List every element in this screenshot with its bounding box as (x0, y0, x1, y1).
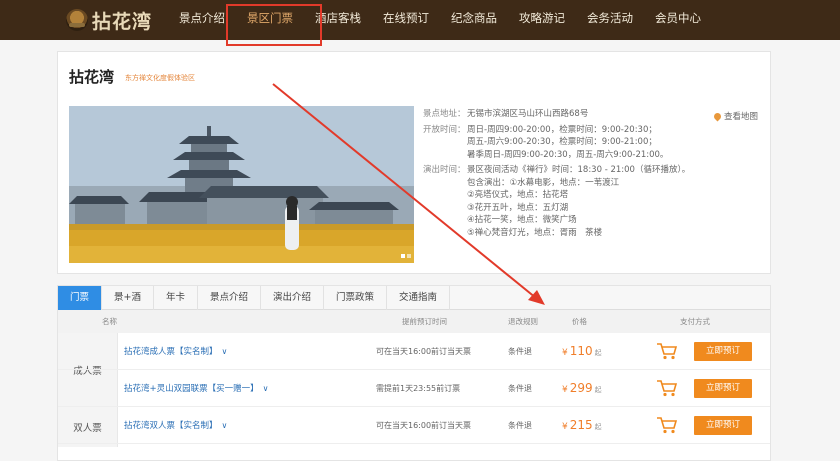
logo-emblem-icon (66, 9, 88, 31)
show-key: 演出时间： (423, 165, 466, 175)
price-suffix: 起 (594, 423, 602, 431)
hours-line: 周日-周四9:00-20:00，检票时间：9:00-20:30； (467, 124, 657, 135)
book-now-button[interactable]: 立即预订 (694, 342, 752, 361)
table-row: 拈花湾双人票【实名制】 ∨ 可在当天16:00前订当天票 条件退 ¥ 215 起… (58, 407, 770, 444)
show-line: 景区夜间活动《禅行》时间：18:30 - 21:00（循环播放）。 (467, 165, 691, 175)
cart-icon[interactable] (656, 342, 678, 360)
price-suffix: 起 (594, 386, 602, 394)
hours-key: 开放时间： (423, 124, 466, 135)
spot-info-card: 拈花湾 东方禅文化度假体验区 查看地图 景点地址： 无锡市滨湖区马山环山西路68… (57, 51, 771, 274)
booking-time: 可在当天16:00前订当天票 (376, 420, 472, 430)
hours-line: 周五-周六9:00-20:30，检票时间：9:00-21:00； (467, 137, 657, 147)
cart-icon[interactable] (656, 416, 678, 434)
price: ¥ 299 起 (562, 381, 602, 395)
tab-transport[interactable]: 交通指南 (387, 286, 451, 310)
booking-time: 需提前1天23:55前订票 (376, 383, 461, 393)
nav-item-guides[interactable]: 攻略游记 (508, 0, 576, 40)
spot-subtitle: 东方禅文化度假体验区 (125, 74, 195, 82)
booking-time: 可在当天16:00前订当天票 (376, 346, 472, 356)
show-row: 演出时间： 景区夜间活动《禅行》时间：18:30 - 21:00（循环播放）。 … (423, 164, 763, 239)
ticket-name-link[interactable]: 拈花湾成人票【实名制】 ∨ (124, 345, 228, 358)
book-now-button[interactable]: 立即预订 (694, 379, 752, 398)
col-name: 名称 (102, 317, 117, 326)
show-line: ②亮塔仪式，地点：拈花塔 (467, 190, 569, 200)
refund-rule: 条件退 (508, 420, 532, 430)
price-value: 110 (569, 344, 593, 358)
double-group: 双人票 拈花湾双人票【实名制】 ∨ 可在当天16:00前订当天票 条件退 ¥ 2… (58, 407, 770, 447)
ticket-name-link[interactable]: 拈花湾+灵山双园联票【买一赠一】 ∨ (124, 382, 269, 395)
currency: ¥ (562, 385, 568, 395)
currency: ¥ (562, 422, 568, 432)
tab-spot-intro[interactable]: 景点介绍 (198, 286, 262, 310)
top-nav-bar: 拈花湾 景点介绍 景区门票 酒店客栈 在线预订 纪念商品 攻略游记 会务活动 会… (0, 0, 840, 40)
chevron-down-icon[interactable]: ∨ (263, 384, 269, 393)
tab-annual-pass[interactable]: 年卡 (154, 286, 198, 310)
adult-group: 成人票 拈花湾成人票【实名制】 ∨ 可在当天16:00前订当天票 条件退 ¥ 1… (58, 333, 770, 407)
spot-details: 景点地址： 无锡市滨湖区马山环山西路68号 开放时间： 周日-周四9:00-20… (423, 108, 763, 239)
nav-item-events[interactable]: 会务活动 (576, 0, 644, 40)
tab-tickets[interactable]: 门票 (58, 286, 103, 310)
table-row: 拈花湾+灵山双园联票【买一赠一】 ∨ 需提前1天23:55前订票 条件退 ¥ 2… (58, 370, 770, 407)
tab-show-intro[interactable]: 演出介绍 (261, 286, 325, 310)
price-value: 299 (569, 381, 593, 395)
table-row: 拈花湾成人票【实名制】 ∨ 可在当天16:00前订当天票 条件退 ¥ 110 起… (58, 333, 770, 370)
show-line: 包含演出：①水幕电影，地点：一苇渡江 (467, 177, 620, 188)
tab-ticket-hotel[interactable]: 景+酒 (102, 286, 154, 310)
site-logo[interactable]: 拈花湾 (66, 6, 158, 34)
cart-icon[interactable] (656, 379, 678, 397)
ticket-name: 拈花湾+灵山双园联票【买一赠一】 (124, 384, 259, 394)
price: ¥ 110 起 (562, 344, 602, 358)
hours-line: 暑季周日-周四9:00-20:30，周五-周六9:00-21:00。 (467, 149, 669, 160)
ticket-tabs: 门票 景+酒 年卡 景点介绍 演出介绍 门票政策 交通指南 (58, 286, 770, 310)
logo-text: 拈花湾 (92, 10, 153, 33)
refund-rule: 条件退 (508, 383, 532, 393)
address-row: 景点地址： 无锡市滨湖区马山环山西路68号 (423, 108, 763, 121)
price-suffix: 起 (594, 349, 602, 357)
annotation-highlight-box (226, 4, 322, 46)
show-line: ⑤禅心梵音灯光，地点：胥雨 茶楼 (467, 227, 603, 238)
currency: ¥ (562, 348, 568, 358)
show-line: ③花开五叶，地点：五灯湖 (467, 202, 569, 213)
col-refund: 退改规则 (508, 317, 538, 326)
ticket-panel: 门票 景+酒 年卡 景点介绍 演出介绍 门票政策 交通指南 名称 提前预订时间 … (57, 285, 771, 461)
spot-title: 拈花湾 (69, 68, 115, 86)
hours-row: 开放时间： 周日-周四9:00-20:00，检票时间：9:00-20:30； 周… (423, 124, 763, 162)
col-time: 提前预订时间 (402, 317, 447, 326)
address-value: 无锡市滨湖区马山环山西路68号 (467, 109, 589, 119)
tab-ticket-policy[interactable]: 门票政策 (324, 286, 388, 310)
pagoda-scene-image (69, 106, 414, 263)
price-value: 215 (569, 418, 593, 432)
table-header: 名称 提前预订时间 退改规则 价格 支付方式 (58, 310, 770, 333)
ticket-name: 拈花湾双人票【实名制】 (124, 421, 218, 431)
chevron-down-icon[interactable]: ∨ (222, 421, 228, 430)
col-price: 价格 (572, 317, 587, 326)
col-pay: 支付方式 (680, 317, 710, 326)
address-key: 景点地址： (423, 109, 466, 119)
nav-item-member[interactable]: 会员中心 (644, 0, 712, 40)
nav-item-souvenirs[interactable]: 纪念商品 (440, 0, 508, 40)
refund-rule: 条件退 (508, 346, 532, 356)
chevron-down-icon[interactable]: ∨ (222, 347, 228, 356)
price: ¥ 215 起 (562, 418, 602, 432)
spot-photo (69, 106, 414, 263)
ticket-name: 拈花湾成人票【实名制】 (124, 347, 218, 357)
ticket-name-link[interactable]: 拈花湾双人票【实名制】 ∨ (124, 419, 228, 432)
show-line: ④拈花一笑，地点：微笑广场 (467, 215, 577, 225)
nav-item-booking[interactable]: 在线预订 (372, 0, 440, 40)
book-now-button[interactable]: 立即预订 (694, 416, 752, 435)
